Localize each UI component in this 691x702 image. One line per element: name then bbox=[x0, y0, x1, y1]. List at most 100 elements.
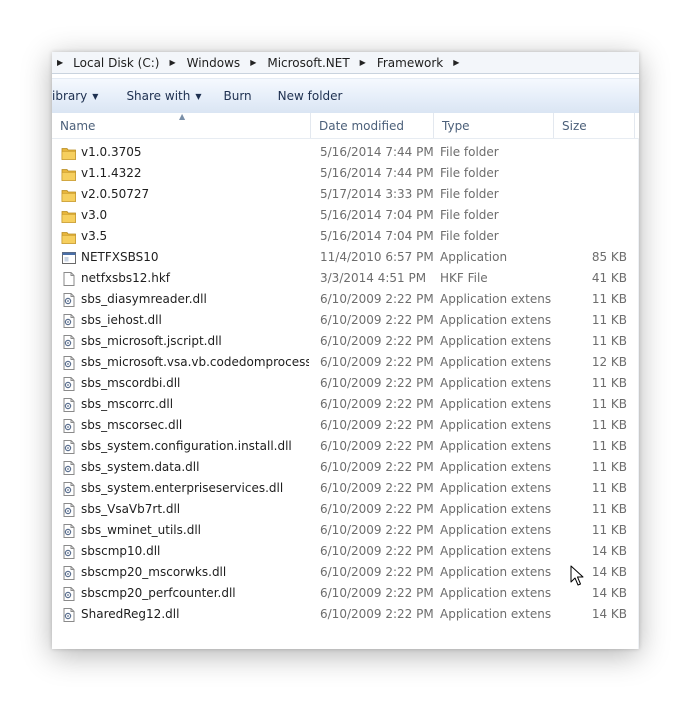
column-name[interactable]: Name bbox=[52, 113, 310, 138]
file-row[interactable]: SharedReg12.dll 6/10/2009 2:22 PM Applic… bbox=[52, 604, 639, 625]
toolbar-label: Share with bbox=[126, 89, 191, 103]
column-header: ▲ Name Date modified Type Size bbox=[52, 112, 639, 139]
file-row[interactable]: sbs_VsaVb7rt.dll 6/10/2009 2:22 PM Appli… bbox=[52, 499, 639, 520]
column-size[interactable]: Size bbox=[554, 113, 634, 138]
column-type[interactable]: Type bbox=[434, 113, 553, 138]
file-row[interactable]: sbs_system.configuration.install.dll 6/1… bbox=[52, 436, 639, 457]
file-size bbox=[552, 205, 627, 226]
file-date-modified: 5/17/2014 3:33 PM bbox=[320, 187, 434, 201]
file-row[interactable]: v2.0.50727 5/17/2014 3:33 PM File folder bbox=[52, 184, 639, 205]
file-row[interactable]: sbs_mscorrc.dll 6/10/2009 2:22 PM Applic… bbox=[52, 394, 639, 415]
breadcrumb-microsoft-net[interactable]: Microsoft.NET bbox=[265, 52, 351, 73]
breadcrumb[interactable]: ▶ Local Disk (C:) ▶ Windows ▶ Microsoft.… bbox=[52, 52, 639, 74]
file-size: 14 KB bbox=[591, 607, 627, 621]
file-date-modified: 11/4/2010 6:57 PM bbox=[320, 250, 434, 264]
folder-icon bbox=[61, 229, 77, 245]
pane-edge bbox=[638, 138, 639, 649]
column-date-label: Date modified bbox=[319, 118, 405, 133]
chevron-down-icon: ▼ bbox=[195, 91, 202, 101]
file-size: 11 KB bbox=[591, 376, 627, 390]
file-row[interactable]: v3.5 5/16/2014 7:04 PM File folder bbox=[52, 226, 639, 247]
chevron-right-icon[interactable]: ▶ bbox=[52, 58, 71, 67]
file-row[interactable]: sbscmp20_perfcounter.dll 6/10/2009 2:22 … bbox=[52, 583, 639, 604]
file-row[interactable]: NETFXSBS10 11/4/2010 6:57 PM Application… bbox=[52, 247, 639, 268]
column-date-modified[interactable]: Date modified bbox=[311, 113, 433, 138]
toolbar-label: New folder bbox=[277, 89, 343, 103]
file-name: sbs_system.enterpriseservices.dll bbox=[81, 481, 284, 495]
file-date-modified: 6/10/2009 2:22 PM bbox=[320, 334, 434, 348]
file-size bbox=[552, 142, 627, 163]
file-type: File folder bbox=[440, 229, 499, 243]
file-row[interactable]: sbs_wminet_utils.dll 6/10/2009 2:22 PM A… bbox=[52, 520, 639, 541]
dll-icon bbox=[61, 586, 77, 602]
dll-icon bbox=[61, 292, 77, 308]
file-row[interactable]: netfxsbs12.hkf 3/3/2014 4:51 PM HKF File… bbox=[52, 268, 639, 289]
file-row[interactable]: sbs_mscordbi.dll 6/10/2009 2:22 PM Appli… bbox=[52, 373, 639, 394]
new-folder-button[interactable]: New folder bbox=[270, 79, 351, 113]
chevron-right-icon[interactable]: ▶ bbox=[352, 58, 375, 67]
file-row[interactable]: sbs_microsoft.jscript.dll 6/10/2009 2:22… bbox=[52, 331, 639, 352]
file-size bbox=[552, 184, 627, 205]
file-size: 14 KB bbox=[591, 565, 627, 579]
file-date-modified: 5/16/2014 7:44 PM bbox=[320, 166, 434, 180]
file-date-modified: 6/10/2009 2:22 PM bbox=[320, 313, 434, 327]
file-name: sbs_mscordbi.dll bbox=[81, 376, 181, 390]
file-row[interactable]: sbs_mscorsec.dll 6/10/2009 2:22 PM Appli… bbox=[52, 415, 639, 436]
file-date-modified: 6/10/2009 2:22 PM bbox=[320, 355, 434, 369]
dll-icon bbox=[61, 460, 77, 476]
breadcrumb-local-disk[interactable]: Local Disk (C:) bbox=[71, 52, 161, 73]
file-type: Application extens... bbox=[440, 460, 552, 474]
dll-icon bbox=[61, 481, 77, 497]
file-type: File folder bbox=[440, 166, 499, 180]
file-date-modified: 6/10/2009 2:22 PM bbox=[320, 397, 434, 411]
file-size: 11 KB bbox=[591, 439, 627, 453]
file-type: Application extens... bbox=[440, 502, 552, 516]
column-name-label: Name bbox=[60, 118, 96, 133]
breadcrumb-windows[interactable]: Windows bbox=[185, 52, 243, 73]
file-type: HKF File bbox=[440, 271, 488, 285]
file-type: Application extens... bbox=[440, 418, 552, 432]
explorer-window: ▶ Local Disk (C:) ▶ Windows ▶ Microsoft.… bbox=[52, 52, 639, 649]
chevron-right-icon[interactable]: ▶ bbox=[242, 58, 265, 67]
breadcrumb-label: Windows bbox=[186, 55, 241, 70]
file-type: Application bbox=[440, 250, 508, 264]
file-row[interactable]: sbscmp20_mscorwks.dll 6/10/2009 2:22 PM … bbox=[52, 562, 639, 583]
breadcrumb-label: Framework bbox=[376, 55, 444, 70]
file-type: Application extens... bbox=[440, 565, 552, 579]
file-row[interactable]: sbscmp10.dll 6/10/2009 2:22 PM Applicati… bbox=[52, 541, 639, 562]
file-name: sbs_wminet_utils.dll bbox=[81, 523, 201, 537]
dll-icon bbox=[61, 544, 77, 560]
file-size: 41 KB bbox=[591, 271, 627, 285]
file-date-modified: 5/16/2014 7:04 PM bbox=[320, 229, 434, 243]
file-name: v3.5 bbox=[81, 229, 108, 243]
column-divider[interactable] bbox=[634, 113, 635, 138]
file-row[interactable]: v1.1.4322 5/16/2014 7:44 PM File folder bbox=[52, 163, 639, 184]
file-row[interactable]: sbs_microsoft.vsa.vb.codedomprocessor...… bbox=[52, 352, 639, 373]
file-row[interactable]: sbs_iehost.dll 6/10/2009 2:22 PM Applica… bbox=[52, 310, 639, 331]
file-type: Application extens... bbox=[440, 481, 552, 495]
file-row[interactable]: sbs_diasymreader.dll 6/10/2009 2:22 PM A… bbox=[52, 289, 639, 310]
file-size: 11 KB bbox=[591, 460, 627, 474]
file-name: v1.1.4322 bbox=[81, 166, 142, 180]
folder-icon bbox=[61, 145, 77, 161]
file-row[interactable]: sbs_system.enterpriseservices.dll 6/10/2… bbox=[52, 478, 639, 499]
breadcrumb-framework[interactable]: Framework bbox=[375, 52, 445, 73]
column-size-label: Size bbox=[562, 118, 587, 133]
file-row[interactable]: sbs_system.data.dll 6/10/2009 2:22 PM Ap… bbox=[52, 457, 639, 478]
file-date-modified: 6/10/2009 2:22 PM bbox=[320, 460, 434, 474]
file-date-modified: 6/10/2009 2:22 PM bbox=[320, 418, 434, 432]
dll-icon bbox=[61, 502, 77, 518]
burn-button[interactable]: Burn bbox=[216, 79, 260, 113]
chevron-right-icon[interactable]: ▶ bbox=[161, 58, 184, 67]
file-type: Application extens... bbox=[440, 523, 552, 537]
file-row[interactable]: v3.0 5/16/2014 7:04 PM File folder bbox=[52, 205, 639, 226]
share-with-button[interactable]: Share with ▼ bbox=[118, 79, 209, 113]
folder-icon bbox=[61, 187, 77, 203]
file-row[interactable]: v1.0.3705 5/16/2014 7:44 PM File folder bbox=[52, 142, 639, 163]
folder-icon bbox=[61, 208, 77, 224]
file-type: Application extens... bbox=[440, 376, 552, 390]
dll-icon bbox=[61, 439, 77, 455]
file-date-modified: 6/10/2009 2:22 PM bbox=[320, 607, 434, 621]
chevron-right-icon[interactable]: ▶ bbox=[445, 58, 468, 67]
include-in-library-button[interactable]: ibrary ▼ bbox=[52, 79, 106, 113]
